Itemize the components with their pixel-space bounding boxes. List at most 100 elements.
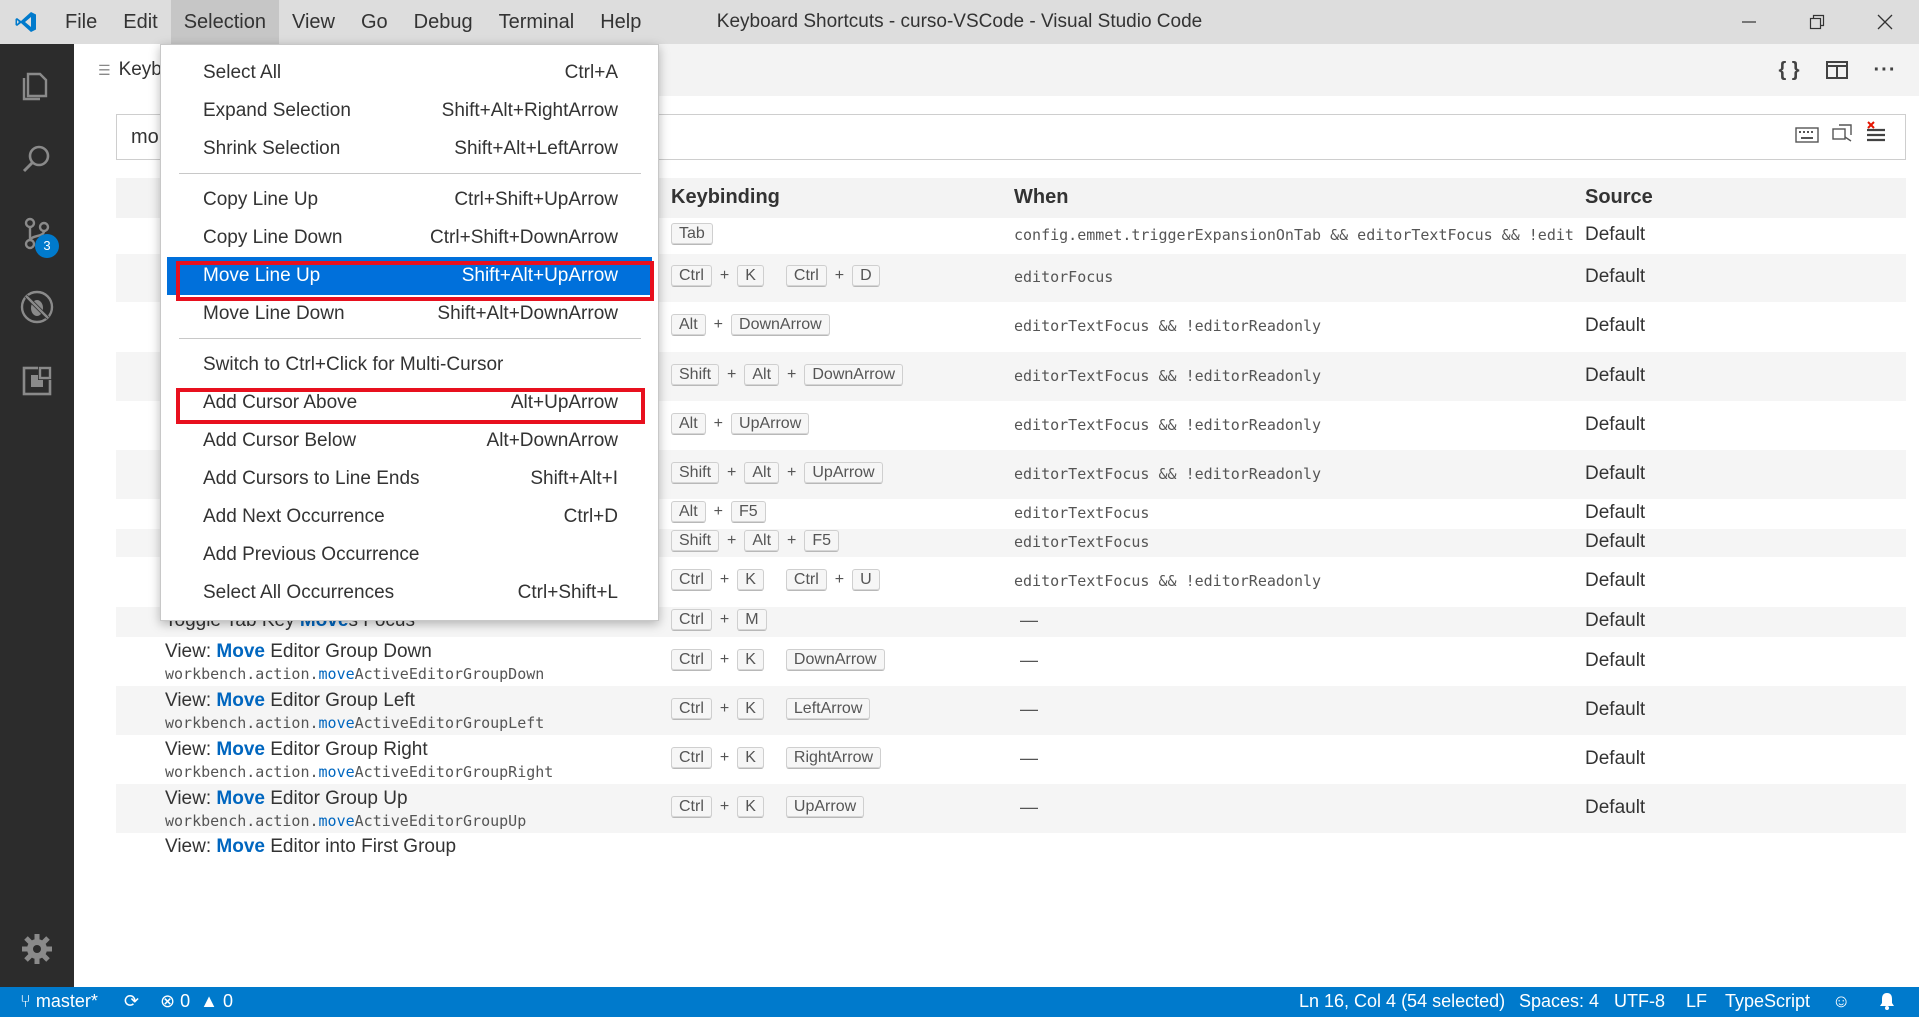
activity-bar: 3 [0, 44, 74, 987]
key-label: M [737, 609, 767, 631]
command-id: workbench.action.moveActiveEditorGroupUp [165, 812, 526, 830]
source-cell: Default [1585, 796, 1646, 818]
search-match: Move [216, 739, 265, 760]
menu-item-switch-to-ctrl-click-for-multi-cursor[interactable]: Switch to Ctrl+Click for Multi-Cursor [167, 346, 652, 384]
menu-item-label: Select All [203, 62, 282, 83]
menu-item-select-all-occurrences[interactable]: Select All Occurrences Ctrl+Shift+L [167, 574, 652, 612]
restore-button[interactable] [1783, 0, 1851, 44]
menu-item-select-all[interactable]: Select All Ctrl+A [167, 54, 652, 92]
keybinding-cell[interactable]: Ctrl + K DownArrow [671, 648, 885, 671]
close-window-button[interactable] [1851, 0, 1919, 44]
command-text: View: [165, 641, 217, 662]
search-match: Move [216, 641, 265, 662]
command-text: View: [165, 788, 217, 809]
key-label: F5 [731, 501, 766, 523]
key-label: K [737, 746, 764, 769]
table-row[interactable]: View: Move Editor Group Right workbench.a… [116, 735, 1906, 784]
menu-item-label: Add Next Occurrence [203, 506, 385, 527]
line-ending[interactable]: LF [1686, 991, 1707, 1012]
key-plus: + [719, 571, 730, 588]
sync-button[interactable]: ⟳ [124, 991, 139, 1012]
table-row[interactable]: View: Move Editor Group Left workbench.ac… [116, 686, 1906, 735]
minimize-icon [1742, 21, 1756, 23]
manage-button[interactable] [0, 912, 74, 986]
feedback-button[interactable]: ☺ [1832, 991, 1850, 1012]
menu-item-expand-selection[interactable]: Expand Selection Shift+Alt+RightArrow [167, 92, 652, 130]
status-bar: ⑂ master* ⟳ ⊗ 0 ▲ 0 Ln 16, Col 4 (54 sel… [0, 987, 1919, 1017]
search-match: move [318, 812, 355, 830]
keyboard-shortcuts-file-icon: ☰ [98, 61, 111, 78]
command-text: Editor Group Left [264, 690, 415, 711]
menu-edit[interactable]: Edit [110, 0, 170, 44]
key-label: UpArrow [785, 795, 865, 818]
more-actions-button[interactable]: ··· [1861, 44, 1909, 96]
keybinding-cell[interactable]: Alt + UpArrow [671, 412, 810, 435]
table-row[interactable]: View: Move Editor into First Group [116, 833, 1906, 863]
menu-item-shortcut: Ctrl+A [564, 62, 618, 83]
source-control-button[interactable]: 3 [0, 196, 74, 270]
indentation[interactable]: Spaces: 4 [1519, 991, 1599, 1012]
open-json-button[interactable]: { } [1765, 44, 1813, 96]
key-label: Ctrl [671, 265, 712, 287]
table-row[interactable]: View: Move Editor Group Up workbench.acti… [116, 784, 1906, 833]
menu-item-add-cursor-below[interactable]: Add Cursor Below Alt+DownArrow [167, 422, 652, 460]
menu-view[interactable]: View [279, 0, 348, 44]
keybinding-cell[interactable]: Alt + DownArrow [671, 314, 830, 336]
key-plus: + [719, 699, 730, 717]
key-label: UpArrow [731, 412, 810, 435]
debug-icon [20, 290, 54, 324]
key-label: Ctrl [785, 265, 827, 287]
git-branch-icon: ⑂ [20, 991, 31, 1011]
menu-item-shortcut: Alt+DownArrow [486, 430, 618, 451]
key-label: DownArrow [785, 648, 885, 671]
key-plus: + [834, 571, 845, 588]
menu-terminal[interactable]: Terminal [486, 0, 588, 44]
keybinding-cell[interactable]: Ctrl + K LeftArrow [671, 697, 871, 720]
explorer-button[interactable] [0, 48, 74, 122]
keybinding-cell[interactable]: Ctrl + K RightArrow [671, 746, 882, 769]
debug-view-button[interactable] [0, 270, 74, 344]
record-keys-button[interactable] [1795, 115, 1819, 159]
cursor-position[interactable]: Ln 16, Col 4 (54 selected) [1299, 991, 1505, 1012]
menu-item-add-cursors-to-line-ends[interactable]: Add Cursors to Line Ends Shift+Alt+I [167, 460, 652, 498]
command-text: Editor Group Up [264, 788, 408, 809]
keybinding-cell[interactable]: Shift + Alt + UpArrow [671, 461, 883, 484]
notifications-button[interactable] [1878, 991, 1896, 1016]
keybinding-cell[interactable]: Shift + Alt + F5 [671, 530, 840, 552]
menu-debug[interactable]: Debug [401, 0, 486, 44]
extensions-button[interactable] [0, 344, 74, 418]
source-cell: Default [1585, 649, 1646, 671]
menu-item-add-next-occurrence[interactable]: Add Next Occurrence Ctrl+D [167, 498, 652, 536]
language-mode[interactable]: TypeScript [1725, 991, 1810, 1012]
menu-item-copy-line-up[interactable]: Copy Line Up Ctrl+Shift+UpArrow [167, 181, 652, 219]
menu-selection[interactable]: Selection [170, 0, 279, 44]
menu-item-add-previous-occurrence[interactable]: Add Previous Occurrence [167, 536, 652, 574]
when-clause: — [1020, 796, 1038, 817]
search-match: move [318, 714, 355, 732]
menu-item-shrink-selection[interactable]: Shrink Selection Shift+Alt+LeftArrow [167, 130, 652, 168]
keybinding-cell[interactable]: Tab [671, 223, 713, 245]
menu-help[interactable]: Help [587, 0, 654, 44]
split-editor-icon [1826, 61, 1848, 79]
key-label: Alt [744, 461, 780, 484]
keybinding-cell[interactable]: Ctrl + K Ctrl + D [671, 265, 880, 287]
keybinding-cell[interactable]: Ctrl + M [671, 609, 767, 631]
table-row[interactable]: View: Move Editor Group Down workbench.ac… [116, 637, 1906, 686]
branch-indicator[interactable]: ⑂ master* [20, 991, 98, 1012]
menu-go[interactable]: Go [348, 0, 401, 44]
keybinding-cell[interactable]: Ctrl + K Ctrl + U [671, 569, 880, 591]
keybinding-cell[interactable]: Shift + Alt + DownArrow [671, 363, 904, 386]
sort-by-precedence-button[interactable] [1831, 115, 1853, 159]
menu-file[interactable]: File [52, 0, 110, 44]
menu-item-copy-line-down[interactable]: Copy Line Down Ctrl+Shift+DownArrow [167, 219, 652, 257]
problems-indicator[interactable]: ⊗ 0 ▲ 0 [160, 991, 233, 1012]
key-label: Tab [671, 223, 713, 245]
encoding[interactable]: UTF-8 [1614, 991, 1665, 1012]
keybinding-cell[interactable]: Ctrl + K UpArrow [671, 795, 865, 818]
search-view-button[interactable] [0, 122, 74, 196]
keybinding-cell[interactable]: Alt + F5 [671, 501, 766, 523]
minimize-button[interactable] [1715, 0, 1783, 44]
error-icon: ⊗ [160, 991, 176, 1011]
clear-search-button[interactable] [1865, 115, 1887, 159]
split-editor-button[interactable] [1813, 44, 1861, 96]
